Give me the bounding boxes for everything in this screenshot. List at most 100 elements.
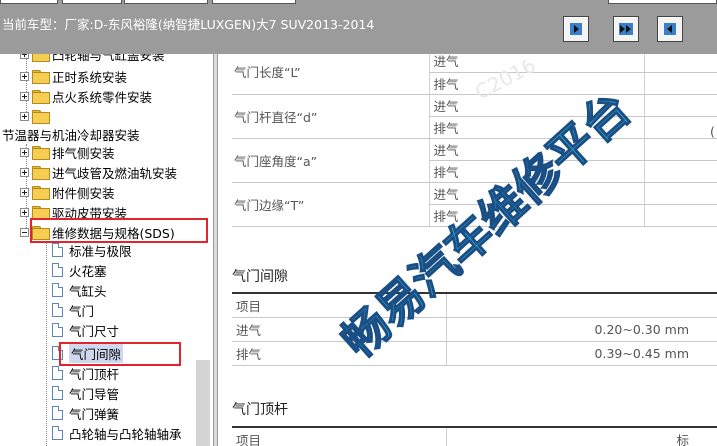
spec-name-cell: 气门边缘“T” (232, 182, 430, 227)
tree-item[interactable]: 附件侧安装 (20, 182, 115, 202)
tree-item[interactable]: 气门弹簧 (52, 403, 119, 423)
document-icon (52, 263, 63, 277)
tree-item[interactable]: 气门尺寸 (52, 320, 119, 340)
tree-item-label: 正时系统安装 (52, 69, 128, 85)
nav-prev-button[interactable] (657, 16, 683, 42)
spec-value-cell (644, 138, 717, 161)
collapse-minus-icon[interactable] (20, 227, 29, 237)
tree-item[interactable]: 标准与极限 (52, 240, 132, 260)
double-arrow-icon (619, 23, 633, 35)
tree-item[interactable]: 气门导管 (52, 383, 119, 403)
tree-item-label: 进气歧管及燃油轨安装 (52, 165, 178, 181)
header-tab-strip (212, 0, 296, 4)
expand-plus-icon[interactable] (20, 71, 29, 81)
tree-item[interactable]: 点火系统零件安装 (20, 86, 152, 106)
spec-sub-cell: 排气 (429, 204, 645, 227)
vehicle-label: 当前车型： (2, 17, 65, 32)
tree-item[interactable]: 进气歧管及燃油轨安装 (20, 162, 177, 182)
spec-partial-value: ( (710, 124, 715, 139)
play-right-icon (570, 23, 582, 35)
tree-item[interactable]: 火花塞 (52, 260, 107, 280)
nav-skip-button[interactable] (613, 16, 639, 42)
lifter-partial-value: 标 (676, 433, 689, 446)
tree-item-label: 排气侧安装 (52, 145, 115, 161)
tree-item[interactable]: 气门 (52, 300, 94, 320)
play-left-icon (664, 23, 676, 35)
folder-icon (32, 90, 50, 104)
tree-item-label: 气门尺寸 (69, 323, 120, 339)
lifter-section-title: 气门顶杆 (232, 402, 288, 418)
vehicle-name: 厂家:D-东风裕隆(纳智捷LUXGEN)大7 SUV2013-2014 (64, 17, 375, 32)
tree-item[interactable]: 气门顶杆 (52, 363, 119, 383)
clearance-row-value: 0.39~0.45 mm (594, 346, 689, 361)
tree-scrollbar[interactable] (196, 360, 210, 446)
header-tab-strip (124, 0, 208, 4)
tree-item[interactable]: 凸轮轴与气缸盖安装 (20, 54, 165, 64)
header-bar: 当前车型：厂家:D-东风裕隆(纳智捷LUXGEN)大7 SUV2013-2014 (0, 0, 717, 54)
expand-plus-icon[interactable] (20, 147, 29, 157)
table-row: 排气 0.39~0.45 mm (232, 342, 717, 366)
expand-plus-icon[interactable] (20, 91, 29, 101)
tree-item-label: 节温器与机油冷却器安装 (2, 127, 140, 143)
spec-value-cell (644, 116, 717, 139)
document-icon (52, 283, 63, 297)
header-tab-strip (62, 0, 122, 4)
clearance-row-value: 0.20~0.30 mm (594, 322, 689, 337)
nav-next-button[interactable] (563, 16, 589, 42)
tree-panel: 凸轮轴与气缸盖安装正时系统安装点火系统零件安装节温器与机油冷却器安装排气侧安装进… (0, 54, 213, 446)
spec-value-cell (644, 54, 717, 73)
spec-sub-cell: 进气 (429, 94, 645, 117)
expand-plus-icon[interactable] (20, 187, 29, 197)
folder-icon (32, 186, 50, 200)
tree-item-label: 凸轮轴与凸轮轴轴承 (69, 426, 182, 442)
spec-value-cell (644, 72, 717, 95)
document-icon (52, 426, 63, 440)
expand-plus-icon[interactable] (20, 167, 29, 177)
tree-item-label: 气门弹簧 (69, 406, 120, 422)
app-window: 当前车型：厂家:D-东风裕隆(纳智捷LUXGEN)大7 SUV2013-2014… (0, 0, 717, 446)
spec-sub-cell: 排气 (429, 116, 645, 139)
header-tab-strip (608, 0, 717, 4)
tree-item[interactable] (20, 106, 52, 126)
table-row: 气门长度“L” 进气 (232, 54, 717, 95)
table-row: 进气 0.20~0.30 mm (232, 318, 717, 342)
spec-name-cell: 气门座角度“a” (232, 138, 430, 183)
spec-value-cell (644, 204, 717, 227)
tree-item-label: 标准与极限 (69, 243, 132, 259)
table-row: 气门座角度“a” 进气 (232, 138, 717, 183)
header-tab-strip (0, 0, 58, 4)
highlight-box-clearance (59, 342, 181, 366)
table-row: 气门杆直径“d” 进气 (232, 94, 717, 139)
tree-item-label: 气门 (69, 303, 95, 319)
folder-icon (32, 166, 50, 180)
document-pane: 气门长度“L” 进气 排气 气门杆直径“d” 进气 排气 气门座角度“a” 进气 排气 气门边缘“… (218, 54, 717, 446)
tree-item[interactable]: 节温器与机油冷却器安装 (2, 124, 140, 144)
spec-sub-cell: 进气 (429, 54, 645, 73)
expand-plus-icon[interactable] (20, 54, 29, 59)
tree-item[interactable]: 凸轮轴与凸轮轴轴承 (52, 423, 182, 443)
tree-item-label: 凸轮轴与气缸盖安装 (52, 54, 165, 63)
spec-name-cell: 气门杆直径“d” (232, 94, 430, 139)
tree-item-label: 气门导管 (69, 386, 120, 402)
lifter-header-row: 项目 标 (232, 428, 717, 446)
tree-item[interactable]: 正时系统安装 (20, 66, 127, 86)
vehicle-title: 当前车型：厂家:D-东风裕隆(纳智捷LUXGEN)大7 SUV2013-2014 (2, 14, 374, 33)
folder-icon (32, 70, 50, 84)
expand-plus-icon[interactable] (20, 207, 29, 217)
document-icon (52, 406, 63, 420)
document-icon (52, 303, 63, 317)
tree-item-label: 点火系统零件安装 (52, 89, 153, 105)
expand-plus-icon[interactable] (20, 111, 29, 121)
spec-sub-cell: 进气 (429, 138, 645, 161)
clearance-row-label: 排气 (232, 342, 447, 365)
spec-sub-cell: 排气 (429, 72, 645, 95)
lifter-header-label: 项目 (232, 428, 447, 446)
tree-item-label: 附件侧安装 (52, 185, 115, 201)
valve-spec-table: 气门长度“L” 进气 排气 气门杆直径“d” 进气 排气 气门座角度“a” 进气 排气 气门边缘“… (232, 54, 717, 227)
tree-item-label: 气缸头 (69, 283, 107, 299)
tree-item[interactable]: 气缸头 (52, 280, 107, 300)
spec-sub-cell: 进气 (429, 182, 645, 205)
tree-item-label: 火花塞 (69, 263, 107, 279)
spec-value-cell (644, 182, 717, 205)
tree-item[interactable]: 排气侧安装 (20, 142, 115, 162)
